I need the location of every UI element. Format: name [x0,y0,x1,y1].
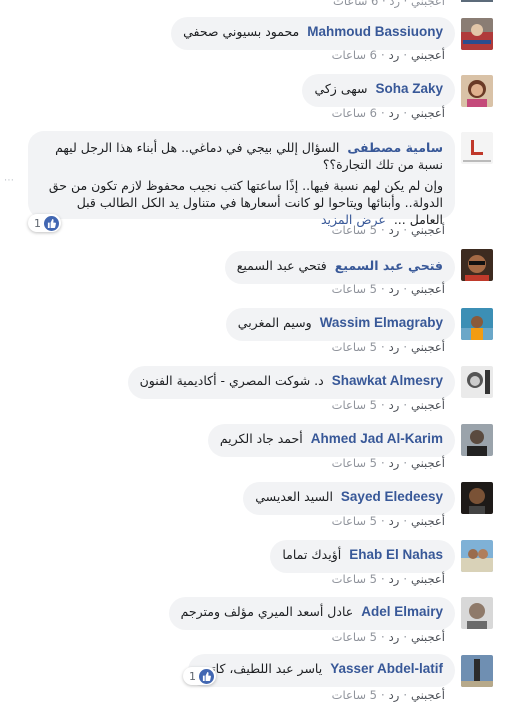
comment-text: أؤيدك تماما [282,547,342,562]
comment-bubble: Adel Elmairy عادل أسعد الميري مؤلف ومترج… [168,597,455,630]
avatar[interactable] [461,482,493,514]
like-icon [199,668,214,684]
comment-bubble: Mahmoud Bassiuony محمود بسيوني صحفي [171,17,455,50]
comment-actions: أعجبني·رد·5 ساعات [331,340,445,354]
comment-actions: أعجبني·رد·6 ساعات [331,106,445,120]
comment-actions: أعجبني·رد·6 ساعات [331,48,445,62]
comment-text: السيد العديسي [255,489,333,504]
avatar[interactable] [461,18,493,50]
timestamp[interactable]: 5 ساعات [332,688,377,702]
like-link[interactable]: أعجبني [411,456,445,470]
comment-actions: أعجبني·رد·5 ساعات [331,398,445,412]
comment-actions: أعجبني·رد·5 ساعات [331,223,445,237]
avatar[interactable] [461,249,493,281]
commenter-name[interactable]: سامية مصطفى [347,140,443,155]
timestamp[interactable]: 5 ساعات [332,456,377,470]
timestamp[interactable]: 5 ساعات [332,630,377,644]
like-icon [44,215,59,231]
commenter-name[interactable]: Wassim Elmagraby [320,315,443,330]
comment-text: أحمد جاد الكريم [219,431,303,446]
commenter-name[interactable]: فتحي عبد السميع [335,258,443,273]
more-options-icon[interactable]: ⋯ [4,175,15,186]
comment-bubble: Wassim Elmagraby وسيم المغربي [225,308,455,341]
comment-actions: أعجبني·رد·5 ساعات [331,688,445,702]
like-link[interactable]: أعجبني [411,398,445,412]
timestamp[interactable]: 5 ساعات [332,514,377,528]
like-link[interactable]: أعجبني [411,572,445,586]
like-link[interactable]: أعجبني [411,106,445,120]
timestamp[interactable]: 5 ساعات [332,282,377,296]
comment-bubble: فتحي عبد السميع فتحي عبد السميع [224,251,455,284]
comment-actions: أعجبني·رد·5 ساعات [331,514,445,528]
like-link[interactable]: أعجبني [411,48,445,62]
reply-link[interactable]: رد [389,106,400,120]
avatar[interactable] [461,132,493,164]
like-link[interactable]: أعجبني [411,514,445,528]
reply-link[interactable]: رد [389,282,400,296]
commenter-name[interactable]: Adel Elmairy [361,604,443,619]
reply-link[interactable]: رد [389,398,400,412]
timestamp[interactable]: 5 ساعات [332,572,377,586]
timestamp[interactable]: 5 ساعات [332,223,377,237]
commenter-name[interactable]: Shawkat Almesry [332,373,443,388]
avatar[interactable] [461,75,493,107]
comment-bubble: Shawkat Almesry د. شوكت المصري - أكاديمي… [127,366,455,399]
commenter-name[interactable]: Yasser Abdel-latif [330,661,443,676]
comment-text: عادل أسعد الميري مؤلف ومترجم [180,604,354,619]
commenter-name[interactable]: Sayed Eledeesy [341,489,443,504]
avatar[interactable] [461,424,493,456]
reply-link[interactable]: رد [389,48,400,62]
comment-bubble: سامية مصطفى السؤال إللي بيجي في دماغي.. … [28,131,455,227]
reply-link[interactable]: رد [389,514,400,528]
commenter-name[interactable]: Soha Zaky [375,81,443,96]
commenter-name[interactable]: Ehab El Nahas [349,547,443,562]
comment-bubble: Yasser Abdel-latif ياسر عبد اللطيف، كاتب [187,654,455,687]
avatar[interactable] [461,655,493,687]
comment-text: سهى زكي [314,81,368,96]
like-link[interactable]: أعجبني [411,282,445,296]
timestamp[interactable]: 6 ساعات [332,106,377,120]
reply-link[interactable]: رد [389,456,400,470]
like-link[interactable]: أعجبني [411,688,445,702]
commenter-name[interactable]: Ahmed Jad Al-Karim [311,431,443,446]
comment-actions: أعجبني·رد·5 ساعات [331,456,445,470]
avatar[interactable] [461,366,493,398]
comment-bubble: Ehab El Nahas أؤيدك تماما [270,540,455,573]
avatar[interactable] [461,597,493,629]
reply-link[interactable]: رد [389,630,400,644]
comment-text: محمود بسيوني صحفي [183,24,300,39]
reply-link[interactable]: رد [389,572,400,586]
reaction-count[interactable]: 1 [28,214,61,232]
reaction-count[interactable]: 1 [183,667,216,685]
reply-link[interactable]: رد [389,340,400,354]
comment-actions: أعجبني·رد·5 ساعات [331,572,445,586]
like-link[interactable]: أعجبني [411,630,445,644]
comment-text: ياسر عبد اللطيف، كاتب [199,661,323,676]
timestamp[interactable]: 5 ساعات [332,398,377,412]
previous-comment-actions: أعجبني · رد · 6 ساعات [333,0,445,8]
reply-link[interactable]: رد [389,688,400,702]
comment-text: فتحي عبد السميع [236,258,327,273]
comment-bubble: Ahmed Jad Al-Karim أحمد جاد الكريم [207,424,455,457]
timestamp[interactable]: 5 ساعات [332,340,377,354]
comment-bubble: Soha Zaky سهى زكي [302,74,455,107]
avatar[interactable] [461,308,493,340]
like-link[interactable]: أعجبني [411,223,445,237]
comment-bubble: Sayed Eledeesy السيد العديسي [243,482,455,515]
like-link[interactable]: أعجبني [411,340,445,354]
reply-link[interactable]: رد [389,223,400,237]
commenter-name[interactable]: Mahmoud Bassiuony [307,24,443,39]
comment-text: وسيم المغربي [237,315,312,330]
comment-actions: أعجبني·رد·5 ساعات [331,282,445,296]
previous-avatar [461,0,493,2]
comment-text: د. شوكت المصري - أكاديمية الفنون [139,373,324,388]
timestamp[interactable]: 6 ساعات [332,48,377,62]
avatar[interactable] [461,540,493,572]
comment-actions: أعجبني·رد·5 ساعات [331,630,445,644]
